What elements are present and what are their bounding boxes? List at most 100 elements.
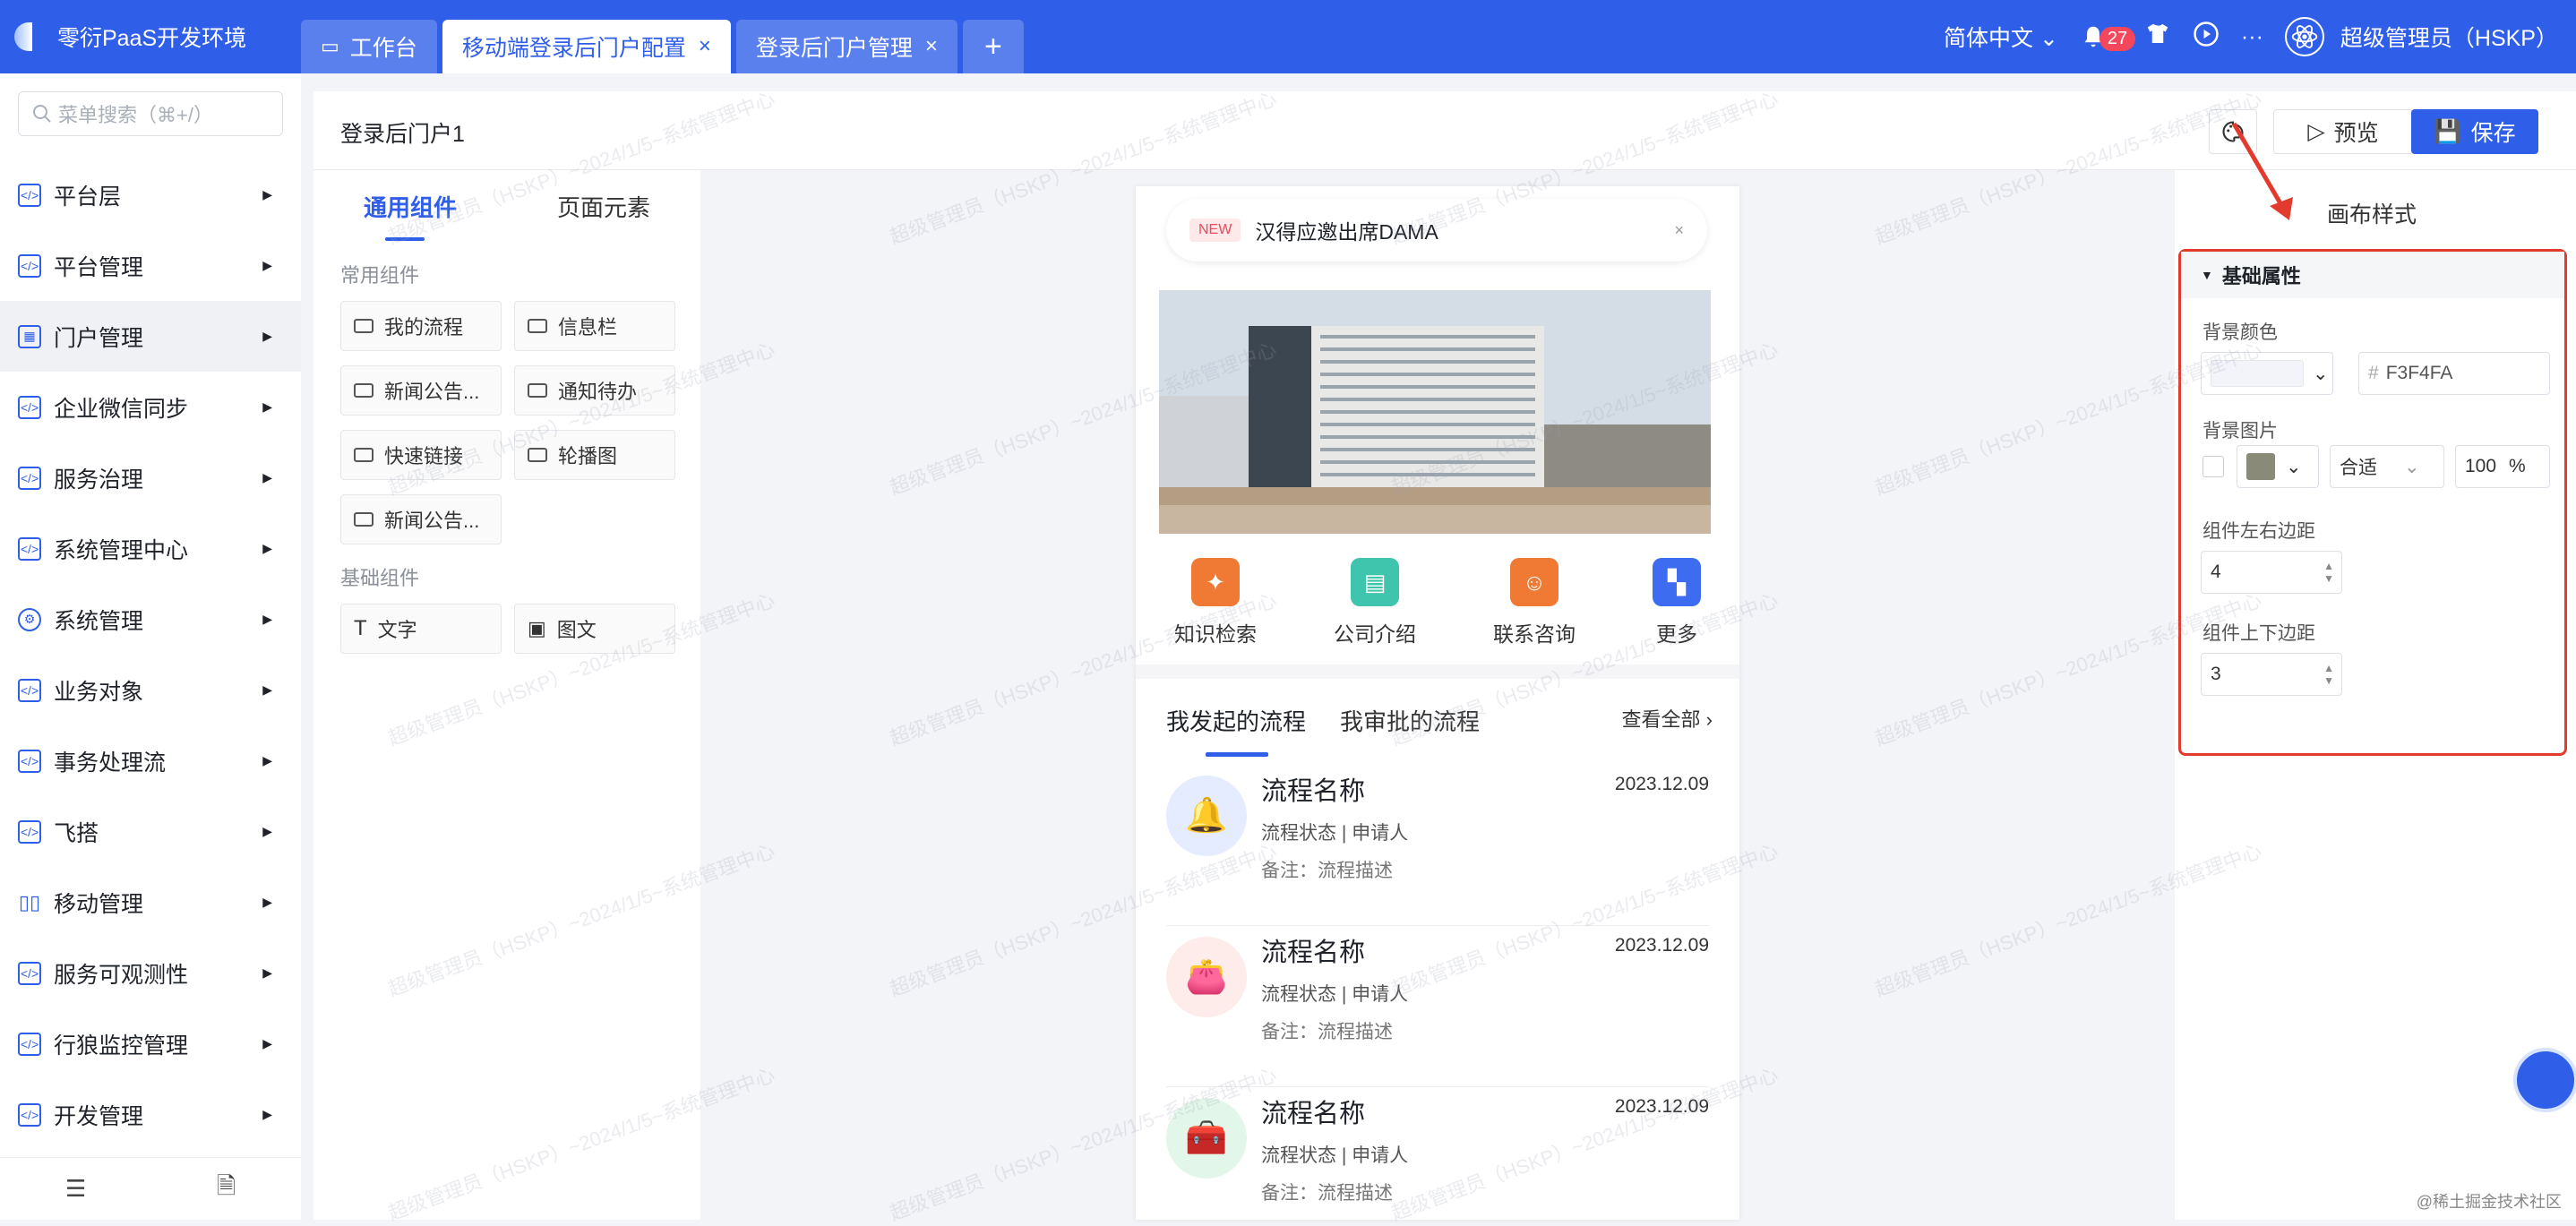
sidebar-item-system-center[interactable]: </>系统管理中心▶ (0, 513, 301, 584)
divider (1136, 664, 1739, 679)
component-quick-link[interactable]: 快速链接 (340, 430, 502, 480)
phone-preview: NEW 汉得应邀出席DAMA × ✦ (1136, 186, 1739, 1220)
assistant-float-button[interactable] (2513, 1048, 2576, 1112)
sidebar-item-feida[interactable]: </>飞搭▶ (0, 796, 301, 867)
component-carousel[interactable]: 轮播图 (514, 430, 675, 480)
tab-portal-manage[interactable]: 登录后门户管理 × (736, 20, 957, 73)
list-item[interactable]: 🧰 流程名称 2023.12.09 流程状态 | 申请人 备注：流程描述 (1166, 1087, 1709, 1220)
add-tab-button[interactable]: + (963, 20, 1024, 73)
brand[interactable]: 零衍PaaS开发环境 (11, 0, 246, 73)
stepper-arrows-icon[interactable]: ▲▼ (2323, 662, 2334, 687)
sidebar-item-system-manage[interactable]: ⚙系统管理▶ (0, 584, 301, 655)
caret-right-icon: ▶ (262, 399, 272, 415)
component-text[interactable]: T文字 (340, 604, 502, 654)
chevron-down-icon: ⌄ (2404, 456, 2420, 478)
caret-right-icon: ▶ (262, 753, 272, 768)
process-tabs: 我发起的流程 我审批的流程 查看全部 › (1166, 704, 1713, 737)
close-icon[interactable]: × (699, 34, 711, 59)
code-window-icon: </> (18, 396, 41, 419)
language-select[interactable]: 简体中文 ⌄ (1944, 21, 2058, 53)
shortcut-more[interactable]: ▚更多 (1653, 558, 1701, 647)
stepper-arrows-icon[interactable]: ▲▼ (2323, 560, 2334, 585)
sidebar-item-platform-manage[interactable]: </>平台管理▶ (0, 230, 301, 301)
sidebar-item-business-object[interactable]: </>业务对象▶ (0, 655, 301, 725)
caret-right-icon: ▶ (262, 258, 272, 273)
property-panel: 画布样式 ▼基础属性 背景颜色 ⌄ #F3F4FA 背景图片 ⌄ 合适⌄ 100… (2175, 170, 2576, 1220)
user-name[interactable]: 超级管理员（HSKP） (2340, 21, 2558, 53)
settings-hub-icon: ⚙ (18, 608, 41, 631)
sidebar-item-service-governance[interactable]: </>服务治理▶ (0, 442, 301, 513)
sidebar-item-portal-manage[interactable]: ▦门户管理▶ (0, 301, 301, 372)
bg-fit-select[interactable]: 合适⌄ (2330, 445, 2444, 488)
design-canvas[interactable]: NEW 汉得应邀出席DAMA × ✦ (700, 170, 2175, 1220)
component-news-2[interactable]: 新闻公告... (340, 494, 502, 544)
close-icon[interactable]: × (925, 34, 938, 59)
code-window-icon: </> (18, 537, 41, 561)
shortcut-contact[interactable]: ☺联系咨询 (1493, 558, 1576, 647)
play-icon[interactable] (2193, 21, 2220, 54)
component-my-process[interactable]: 我的流程 (340, 301, 502, 351)
shortcut-knowledge[interactable]: ✦知识检索 (1174, 558, 1257, 647)
monitor-icon: ▭ (321, 35, 339, 58)
grid-icon: ▚ (1653, 558, 1701, 606)
tab-mobile-portal-config[interactable]: 移动端登录后门户配置 × (442, 20, 731, 73)
code-window-icon: </> (18, 679, 41, 702)
component-todo[interactable]: 通知待办 (514, 365, 675, 416)
lr-margin-label: 组件左右边距 (2202, 517, 2315, 544)
carousel-image[interactable] (1159, 290, 1711, 534)
sidebar-item-platform-layer[interactable]: </>平台层▶ (0, 159, 301, 230)
component-image-text[interactable]: ▣图文 (514, 604, 675, 654)
bell-icon[interactable]: 27 (2080, 23, 2107, 50)
bg-color-input[interactable]: #F3F4FA (2358, 352, 2550, 395)
avatar[interactable] (2285, 17, 2324, 56)
sidebar-item-workflow[interactable]: </>事务处理流▶ (0, 725, 301, 796)
collapse-menu-icon[interactable]: ☰ (65, 1175, 86, 1203)
sidebar-item-wecom-sync[interactable]: </>企业微信同步▶ (0, 372, 301, 442)
notification-badge: 27 (2099, 27, 2135, 51)
widget-icon (528, 319, 547, 333)
sidebar-item-observability[interactable]: </>服务可观测性▶ (0, 938, 301, 1008)
chevron-down-icon: ⌄ (2313, 363, 2329, 385)
close-icon[interactable]: × (1674, 221, 1684, 240)
tab-common-components[interactable]: 通用组件 (313, 190, 507, 223)
sidebar-footer: ☰ 🗎 (0, 1157, 301, 1220)
list-item[interactable]: 👛 流程名称 2023.12.09 流程状态 | 申请人 备注：流程描述 (1166, 926, 1709, 1087)
top-right-actions: 简体中文 ⌄ 27 ··· 超级管理员（HSKP） (1922, 0, 2558, 73)
code-window-icon: </> (18, 962, 41, 985)
widget-icon (528, 448, 547, 462)
list-item[interactable]: 🔔 流程名称 2023.12.09 流程状态 | 申请人 备注：流程描述 (1166, 765, 1709, 926)
lr-margin-stepper[interactable]: 4▲▼ (2201, 551, 2342, 594)
component-info-bar[interactable]: 信息栏 (514, 301, 675, 351)
bg-image-picker[interactable]: ⌄ (2237, 445, 2319, 488)
view-all-link[interactable]: 查看全部 › (1622, 704, 1713, 733)
tab-my-approved[interactable]: 我审批的流程 (1340, 704, 1480, 737)
caret-right-icon: ▶ (262, 187, 272, 202)
caret-right-icon: ▶ (262, 329, 272, 344)
tab-my-initiated[interactable]: 我发起的流程 (1166, 704, 1306, 737)
group-title-basic: 基础组件 (340, 562, 700, 591)
sidebar-menu: </>平台层▶ </>平台管理▶ ▦门户管理▶ </>企业微信同步▶ </>服务… (0, 159, 301, 1150)
shirt-icon[interactable] (2144, 21, 2171, 54)
bg-scale-input[interactable]: 100% (2455, 445, 2550, 488)
canvas-style-title: 画布样式 (2327, 197, 2417, 229)
building-photo (1159, 290, 1711, 534)
save-button[interactable]: 💾保存 (2411, 109, 2538, 154)
notice-bar[interactable]: NEW 汉得应邀出席DAMA × (1166, 199, 1707, 261)
bg-image-checkbox[interactable] (2202, 456, 2224, 477)
text-icon: T (354, 616, 367, 641)
tab-page-elements[interactable]: 页面元素 (507, 190, 700, 223)
caret-right-icon: ▶ (262, 470, 272, 485)
tb-margin-stepper[interactable]: 3▲▼ (2201, 653, 2342, 696)
menu-search-input[interactable]: 菜单搜索（⌘+/） (18, 91, 283, 136)
section-basic-properties[interactable]: ▼基础属性 (2181, 252, 2564, 298)
component-panel: 通用组件 页面元素 常用组件 我的流程 信息栏 新闻公告... 通知待办 快速链… (313, 170, 700, 1220)
document-icon[interactable]: 🗎 (217, 1170, 236, 1209)
bg-color-picker[interactable]: ⌄ (2201, 352, 2333, 395)
shortcut-company[interactable]: ▤公司介绍 (1334, 558, 1416, 647)
sidebar-item-monitor[interactable]: </>行狼监控管理▶ (0, 1008, 301, 1079)
sidebar-item-dev-manage[interactable]: </>开发管理▶ (0, 1079, 301, 1150)
tab-workbench[interactable]: ▭ 工作台 (301, 20, 437, 73)
sidebar-item-mobile-manage[interactable]: ▯▯移动管理▶ (0, 867, 301, 938)
more-icon[interactable]: ··· (2241, 24, 2263, 50)
component-news[interactable]: 新闻公告... (340, 365, 502, 416)
